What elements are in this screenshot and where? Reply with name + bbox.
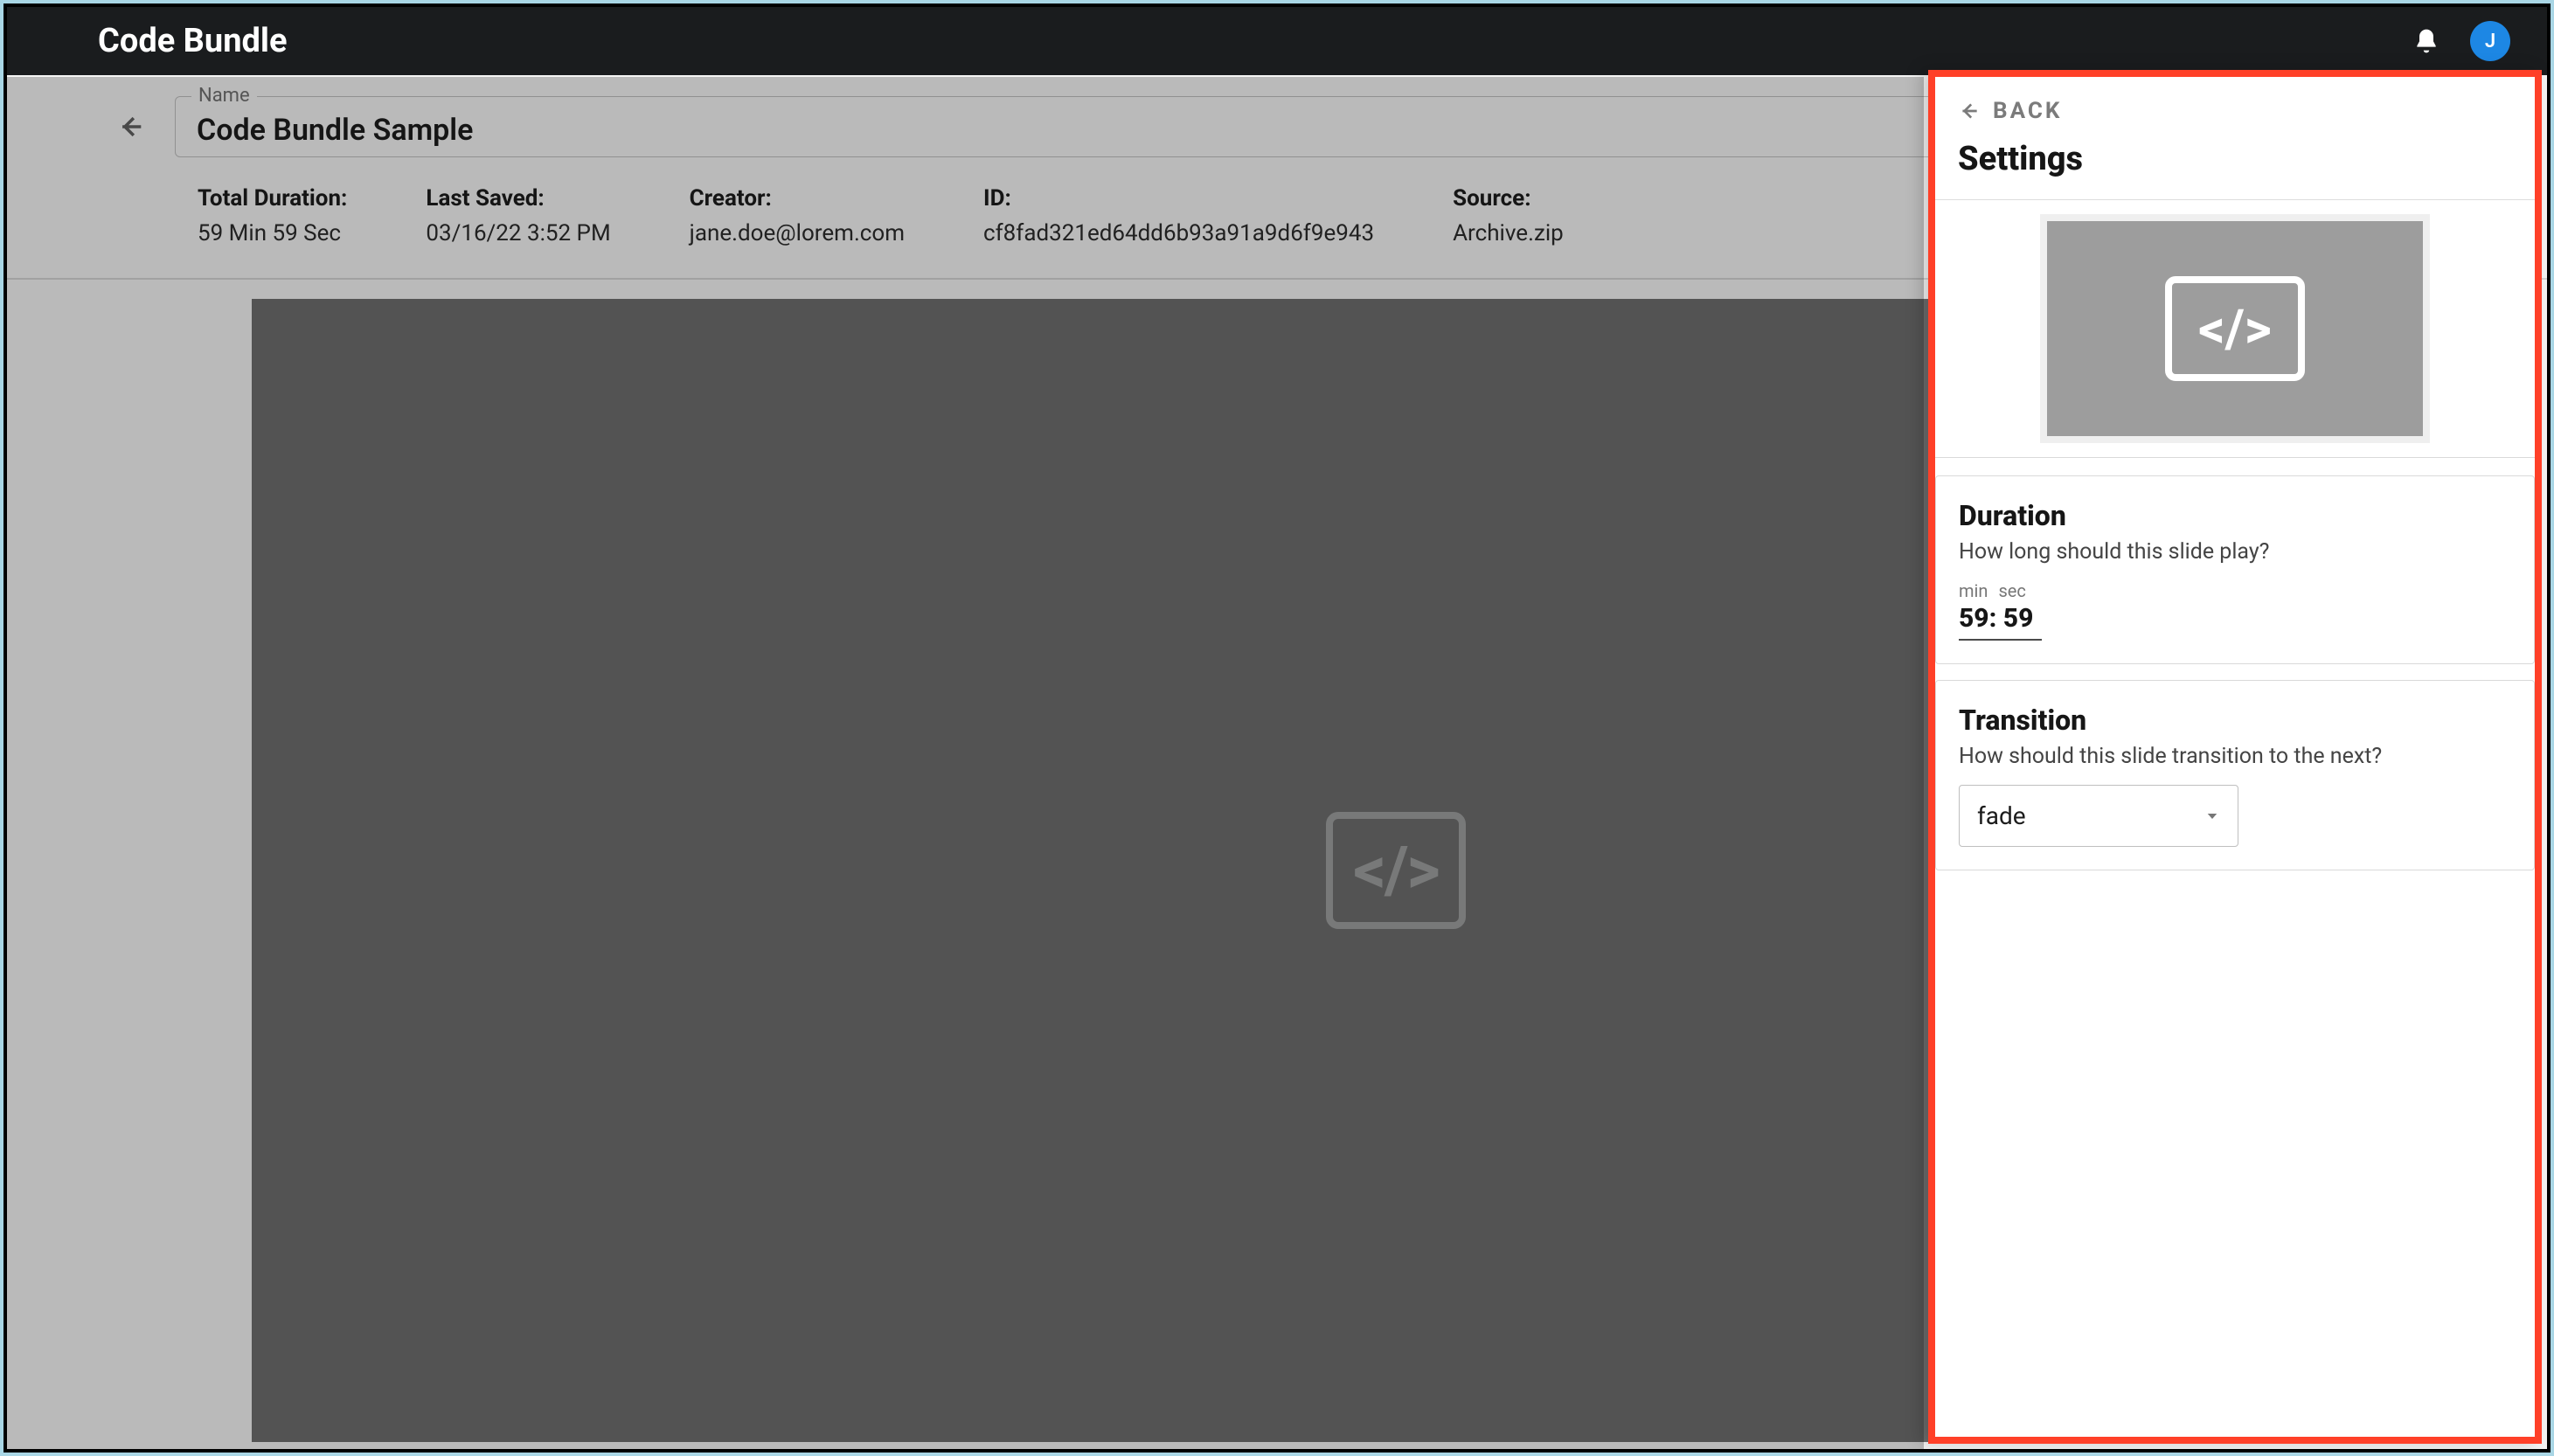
avatar[interactable]: J (2470, 21, 2510, 61)
transition-desc: How should this slide transition to the … (1959, 744, 2511, 769)
duration-input[interactable]: 59: 59 (1959, 601, 2042, 641)
code-icon: </> (2165, 276, 2305, 381)
arrow-left-icon (1958, 100, 1981, 122)
transition-title: Transition (1959, 704, 2511, 737)
app-bar: Code Bundle J (7, 7, 2547, 75)
slide-thumbnail: </> (2047, 221, 2423, 436)
transition-selected-value: fade (1977, 801, 2026, 830)
notifications-icon[interactable] (2412, 27, 2440, 55)
transition-select[interactable]: fade (1959, 785, 2238, 847)
modal-dim-overlay (7, 77, 1924, 1449)
panel-back-label: BACK (1993, 98, 2062, 124)
transition-card: Transition How should this slide transit… (1935, 680, 2535, 870)
duration-min-label: min (1959, 580, 1988, 601)
panel-title: Settings (1935, 131, 2535, 199)
app-title: Code Bundle (98, 22, 287, 60)
duration-sec-label: sec (1998, 580, 2025, 601)
chevron-down-icon (2204, 808, 2220, 824)
duration-desc: How long should this slide play? (1959, 539, 2511, 565)
slide-thumbnail-card: </> (1935, 200, 2535, 458)
panel-back-button[interactable]: BACK (1935, 77, 2535, 131)
settings-panel: BACK Settings </> Duration How long shou… (1928, 70, 2542, 1444)
duration-card: Duration How long should this slide play… (1935, 475, 2535, 664)
duration-title: Duration (1959, 499, 2511, 532)
